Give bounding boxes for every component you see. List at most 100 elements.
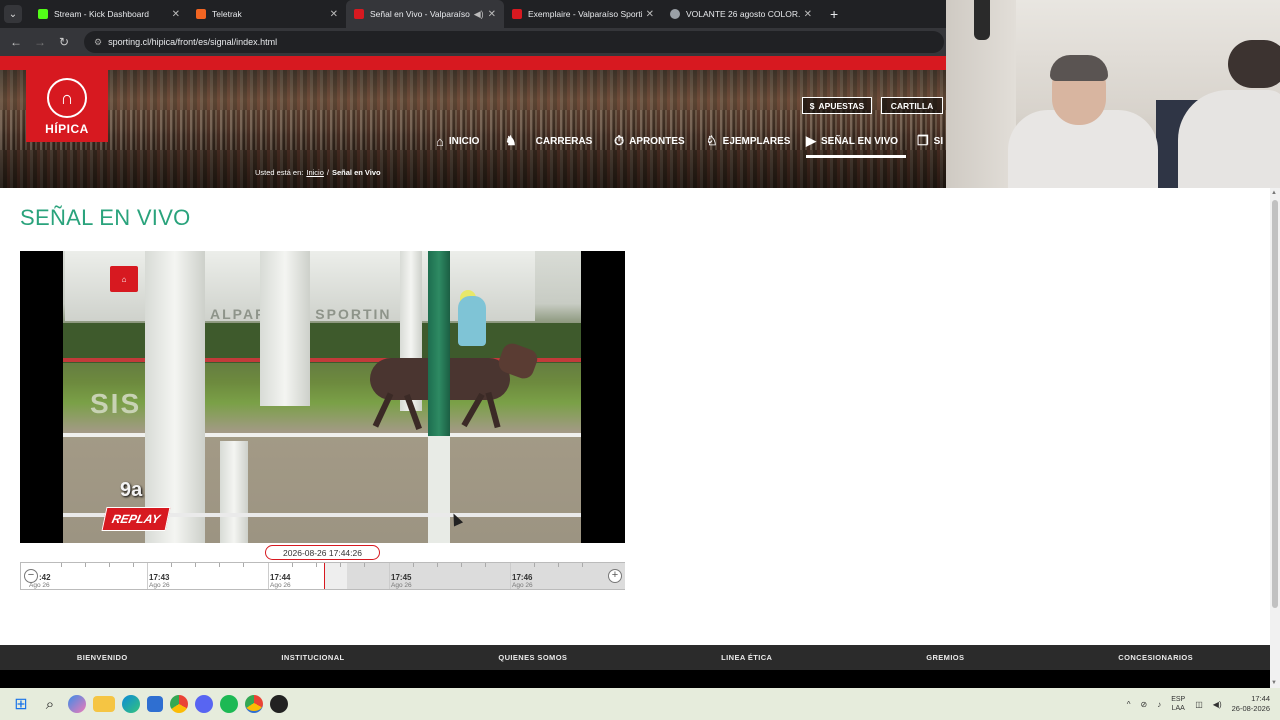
teletrak-favicon-icon	[196, 9, 206, 19]
footer-link-concesionarios[interactable]: CONCESIONARIOS	[1118, 653, 1193, 662]
site-top-red-bar	[0, 56, 946, 70]
current-timestamp-label: 2026-08-26 17:44:26	[265, 545, 380, 560]
scroll-down-arrow-icon[interactable]: ▼	[1271, 680, 1277, 686]
race-number-overlay: 9a	[120, 479, 143, 501]
horseshoe-logo-icon: ∩	[47, 78, 87, 118]
browser-tab-teletrak[interactable]: Teletrak ✕	[188, 0, 346, 28]
tab-title: Exemplaire - Valparaíso Sportin	[528, 9, 642, 19]
breadcrumb-prefix: Usted está en:	[255, 168, 304, 177]
speaker-icon[interactable]: ◀)	[474, 9, 484, 20]
obs-icon[interactable]	[270, 695, 288, 713]
edge-browser-icon[interactable]	[122, 695, 140, 713]
scrollbar-thumb[interactable]	[1272, 200, 1278, 608]
copilot-icon[interactable]	[68, 695, 86, 713]
system-clock[interactable]: 17:44 26-08-2026	[1232, 694, 1270, 714]
footer-link-quienes-somos[interactable]: QUIENES SOMOS	[498, 653, 567, 662]
timeline-time-label: 17:44	[270, 573, 291, 582]
new-tab-button[interactable]: +	[830, 6, 838, 22]
page-title: SEÑAL EN VIVO	[20, 205, 191, 230]
nav-more-label: SI	[933, 135, 944, 147]
home-icon: ⌂	[436, 133, 444, 149]
apuestas-label: APUESTAS	[818, 100, 865, 111]
breadcrumb-inicio-link[interactable]: Inicio	[306, 168, 324, 177]
store-icon[interactable]	[147, 696, 163, 712]
chrome-profile-icon[interactable]	[245, 695, 263, 713]
live-video-player[interactable]: ALPARAÍSO SPORTIN NG SIS ⌂ 9a REPLAY	[20, 251, 625, 543]
close-tab-icon[interactable]: ✕	[488, 9, 496, 20]
nav-aprontes[interactable]: ⏱ APRONTES	[614, 131, 685, 151]
spotify-icon[interactable]	[220, 695, 238, 713]
lang-bottom: LAA	[1171, 705, 1185, 712]
nav-senal-en-vivo[interactable]: ▶ SEÑAL EN VIVO	[806, 131, 898, 151]
timeline-date-label: Ago 26	[270, 582, 291, 589]
timeline-date-label: Ago 26	[391, 582, 412, 589]
horse-head-icon: ♘	[706, 133, 718, 148]
footer-link-institucional[interactable]: INSTITUCIONAL	[281, 653, 344, 662]
timeline-time-label: :42	[39, 573, 51, 582]
browser-tab-volante[interactable]: VOLANTE 26 agosto COLOR.qu ✕	[662, 0, 820, 28]
zoom-in-button[interactable]: +	[608, 569, 622, 583]
nav-carreras[interactable]: ♞ CARRERAS	[505, 131, 592, 151]
browser-tab-senal-en-vivo[interactable]: Señal en Vivo - Valparaíso S ◀) ✕	[346, 0, 504, 28]
timeline-time-label: 17:46	[512, 573, 533, 582]
back-arrow-icon[interactable]: ←	[4, 35, 28, 49]
breadcrumb-separator: /	[326, 168, 329, 177]
forward-arrow-icon[interactable]: →	[28, 35, 52, 49]
nav-inicio[interactable]: ⌂ INICIO	[436, 131, 479, 151]
timeline-time-label: 17:45	[391, 573, 412, 582]
footer-link-linea-etica[interactable]: LINEA ÉTICA	[721, 653, 772, 662]
close-tab-icon[interactable]: ✕	[330, 9, 338, 20]
nav-ejemplares-label: EJEMPLARES	[722, 135, 791, 147]
timeline-playhead[interactable]	[324, 563, 325, 589]
close-tab-icon[interactable]: ✕	[804, 9, 812, 20]
nav-ejemplares[interactable]: ♘ EJEMPLARES	[706, 131, 790, 151]
footer-link-gremios[interactable]: GREMIOS	[926, 653, 964, 662]
site-footer-nav: BIENVENIDO INSTITUCIONAL QUIENES SOMOS L…	[0, 645, 1270, 670]
nav-carreras-label: CARRERAS	[535, 135, 593, 147]
volume-icon[interactable]: ◀)	[1213, 700, 1222, 709]
tab-title: Stream - Kick Dashboard	[54, 9, 149, 19]
nav-more[interactable]: ❐ SI	[917, 131, 943, 151]
breadcrumb: Usted está en: Inicio / Señal en Vivo	[255, 168, 381, 177]
scroll-up-arrow-icon[interactable]: ▲	[1271, 190, 1277, 196]
close-tab-icon[interactable]: ✕	[646, 9, 654, 20]
nav-aprontes-label: APRONTES	[629, 135, 685, 147]
replay-badge: REPLAY	[101, 507, 171, 531]
globe-favicon-icon	[670, 9, 680, 19]
dollar-icon: $	[809, 100, 815, 111]
wifi-icon[interactable]: ◫	[1195, 700, 1203, 709]
site-info-icon[interactable]: ⚙	[94, 37, 102, 48]
address-bar[interactable]: ⚙ sporting.cl/hipica/front/es/signal/ind…	[84, 31, 944, 53]
close-tab-icon[interactable]: ✕	[172, 9, 180, 20]
windows-taskbar: ⊞ ⌕ ^ ⊘ ♪ ESP LAA ◫ ◀) 17:44 26-08-2026	[0, 688, 1280, 720]
network-off-icon[interactable]: ⊘	[1141, 700, 1148, 709]
browser-tab-strip: ⌄ Stream - Kick Dashboard ✕ Teletrak ✕ S…	[0, 0, 946, 28]
windows-start-icon[interactable]: ⊞	[10, 693, 32, 715]
playback-timeline[interactable]: :42 Ago 26 17:43 Ago 26 17:44 Ago 26 17:…	[20, 562, 625, 590]
search-icon[interactable]: ⌕	[39, 693, 61, 715]
browser-tab-exemplaire[interactable]: Exemplaire - Valparaíso Sportin ✕	[504, 0, 662, 28]
kick-favicon-icon	[38, 9, 48, 19]
chevron-up-icon[interactable]: ^	[1127, 700, 1131, 709]
microphone-icon[interactable]: ♪	[1157, 700, 1161, 709]
sporting-channel-logo-icon: ⌂	[110, 266, 138, 292]
chrome-icon[interactable]	[170, 695, 188, 713]
discord-icon[interactable]	[195, 695, 213, 713]
footer-link-bienvenido[interactable]: BIENVENIDO	[77, 653, 128, 662]
file-explorer-icon[interactable]	[93, 696, 115, 712]
site-logo[interactable]: ∩ HÍPICA	[26, 70, 108, 142]
page-scrollbar[interactable]: ▲ ▼	[1270, 188, 1280, 688]
cartilla-button[interactable]: CARTILLA	[881, 97, 943, 114]
clock-time: 17:44	[1251, 694, 1270, 703]
horse-icon: ♞	[505, 133, 517, 148]
header-hero-image	[0, 70, 946, 188]
reload-icon[interactable]: ↻	[52, 35, 76, 49]
stopwatch-icon: ⏱	[614, 133, 625, 148]
zoom-out-button[interactable]: −	[24, 569, 38, 583]
browser-tab-kick[interactable]: Stream - Kick Dashboard ✕	[30, 0, 188, 28]
timeline-time-label: 17:43	[149, 573, 170, 582]
language-indicator[interactable]: ESP LAA	[1171, 695, 1185, 713]
tab-search-chevron-icon[interactable]: ⌄	[4, 5, 22, 23]
apuestas-button[interactable]: $ APUESTAS	[802, 97, 872, 114]
browser-toolbar: ← → ↻ ⚙ sporting.cl/hipica/front/es/sign…	[0, 28, 946, 56]
